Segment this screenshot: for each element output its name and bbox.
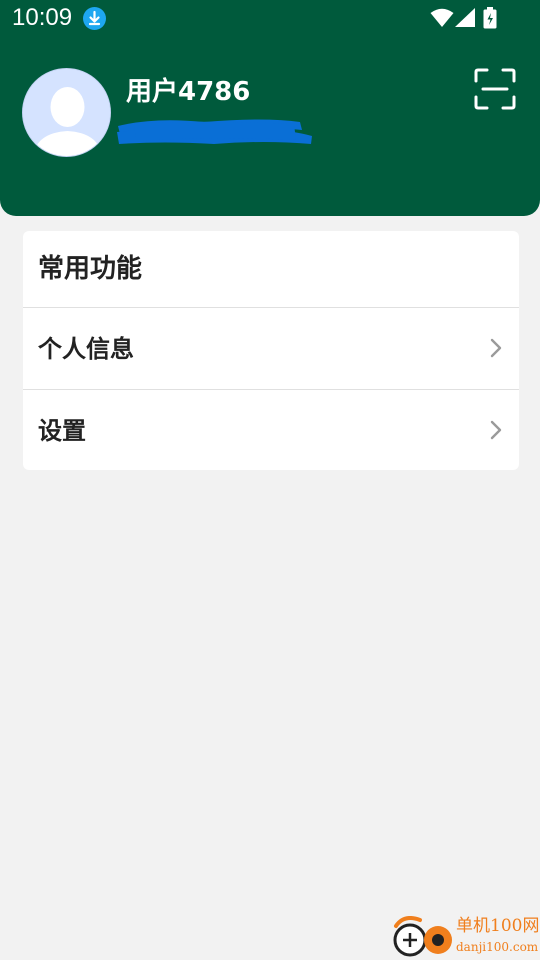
chevron-right-icon xyxy=(489,337,503,363)
wifi-icon xyxy=(430,8,454,32)
menu-item-label: 设置 xyxy=(38,417,86,445)
battery-icon xyxy=(483,7,497,33)
menu-item-settings[interactable]: 设置 xyxy=(23,390,519,470)
watermark-title: 单机100网 xyxy=(456,916,540,936)
common-functions-card: 常用功能 个人信息 设置 xyxy=(23,231,519,470)
signal-icon xyxy=(454,8,476,32)
scan-icon[interactable] xyxy=(474,68,516,110)
status-time: 10:09 xyxy=(12,4,73,31)
menu-item-personal-info[interactable]: 个人信息 xyxy=(23,308,519,388)
watermark-url: danji100.com xyxy=(456,940,539,954)
watermark: 单机100网 danji100.com xyxy=(390,914,540,960)
download-icon xyxy=(83,7,106,30)
default-avatar-icon xyxy=(23,69,110,156)
chevron-right-icon xyxy=(489,419,503,445)
card-title: 常用功能 xyxy=(38,254,143,284)
avatar[interactable] xyxy=(22,68,111,157)
screen: 10:09 用户4786 常用功能 个人信息 设置 单机100网 danji10… xyxy=(0,0,540,960)
profile-header: 10:09 用户4786 xyxy=(0,0,540,216)
redacted-subtitle xyxy=(114,114,316,154)
menu-item-label: 个人信息 xyxy=(38,335,134,363)
username: 用户4786 xyxy=(126,77,251,107)
status-bar: 10:09 xyxy=(0,0,540,36)
watermark-logo-icon xyxy=(390,916,456,960)
